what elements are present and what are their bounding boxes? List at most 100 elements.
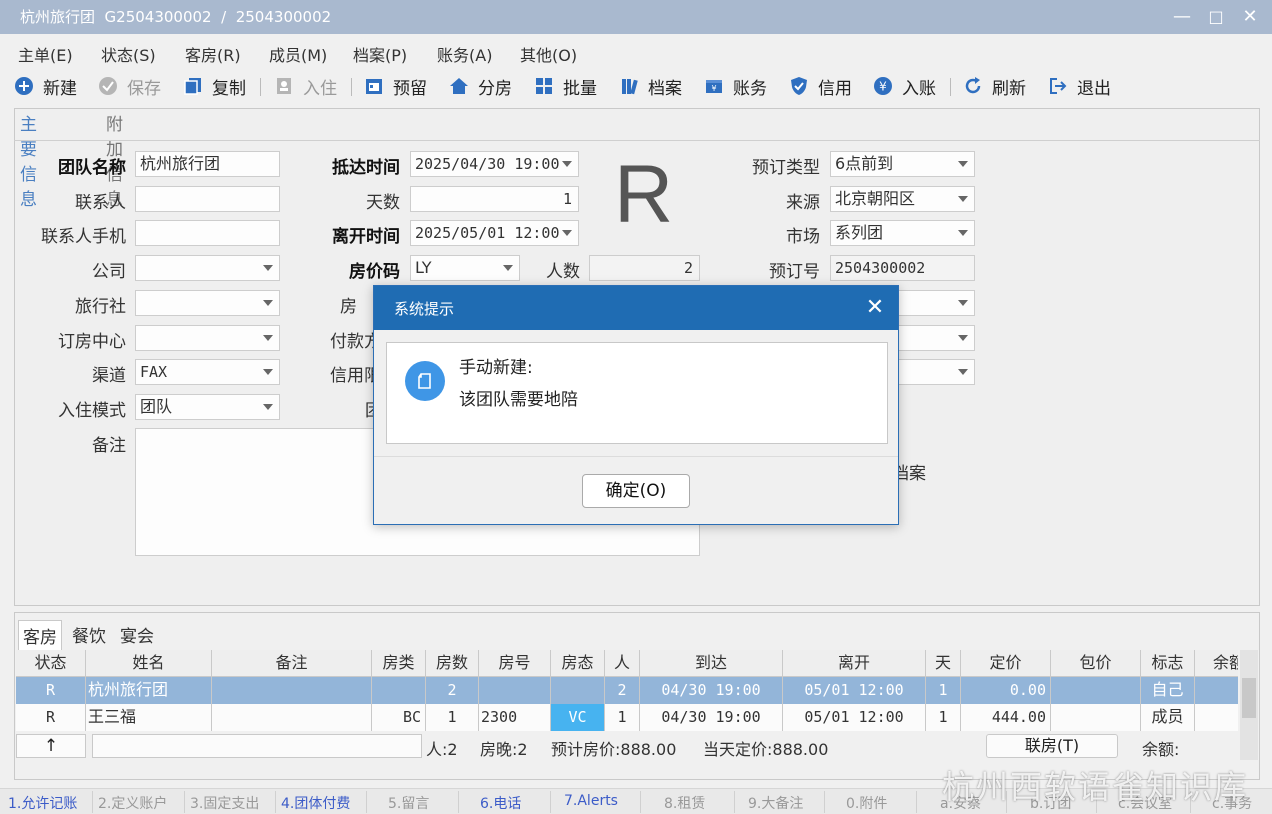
column-header[interactable]: 人: [605, 650, 640, 677]
channel-select[interactable]: FAX: [135, 359, 280, 385]
new-button[interactable]: 新建: [14, 73, 77, 99]
booking-type-label: 预订类型: [752, 158, 820, 178]
departure-datetime[interactable]: 2025/05/01 12:00: [410, 220, 579, 246]
chevron-down-icon: [952, 187, 974, 211]
link-room-button[interactable]: 联房(T): [986, 734, 1118, 758]
status-item-rent[interactable]: 8.租赁: [664, 793, 705, 813]
booking-center-select[interactable]: [135, 325, 280, 351]
status-item-phone[interactable]: 6.电话: [480, 793, 521, 813]
status-separator: [550, 791, 551, 813]
svg-text:¥: ¥: [879, 80, 887, 94]
watermark: 杭州西软语雀知识库: [942, 768, 1249, 806]
column-header[interactable]: 状态: [16, 650, 86, 677]
group-name-field[interactable]: 杭州旅行团: [135, 151, 280, 177]
svg-text:¥: ¥: [711, 84, 716, 93]
reserve-button[interactable]: 预留: [364, 73, 427, 99]
persons-field[interactable]: 2: [589, 255, 700, 281]
toolbar-separator: [351, 78, 352, 96]
menu-profile[interactable]: 档案(P): [353, 42, 407, 66]
credit-button[interactable]: 信用: [789, 73, 852, 99]
checkin-mode-select[interactable]: 团队: [135, 394, 280, 420]
chevron-down-icon: [257, 256, 279, 280]
scrollbar-thumb[interactable]: [1242, 678, 1256, 718]
status-item-define-account[interactable]: 2.定义账户: [98, 793, 167, 813]
status-separator: [275, 791, 276, 813]
contact-field[interactable]: [135, 186, 280, 212]
status-separator: [458, 791, 459, 813]
menu-members[interactable]: 成员(M): [269, 42, 327, 66]
column-header[interactable]: 房号: [479, 650, 551, 677]
dialog-close-button[interactable]: ✕: [862, 295, 888, 321]
maximize-button[interactable]: □: [1204, 5, 1228, 29]
save-button[interactable]: 保存: [98, 73, 161, 99]
menu-status[interactable]: 状态(S): [101, 42, 156, 66]
column-header[interactable]: 定价: [961, 650, 1051, 677]
status-item-group-pay[interactable]: 4.团体付费: [281, 793, 350, 813]
market-select[interactable]: 系列团: [830, 220, 975, 246]
status-item-big-remark[interactable]: 9.大备注: [748, 793, 803, 813]
status-item-message[interactable]: 5.留言: [388, 793, 429, 813]
menu-bar: 主单(E) 状态(S) 客房(R) 成员(M) 档案(P) 账务(A) 其他(O…: [0, 40, 1272, 66]
profile-button[interactable]: 档案: [619, 73, 682, 99]
minimize-button[interactable]: —: [1170, 5, 1194, 29]
booking-type-select[interactable]: 6点前到: [830, 151, 975, 177]
column-header[interactable]: 备注: [212, 650, 372, 677]
status-separator: [184, 791, 185, 813]
menu-rooms[interactable]: 客房(R): [185, 42, 241, 66]
chevron-down-icon: [952, 360, 974, 384]
column-header[interactable]: 天: [926, 650, 961, 677]
booking-no-field[interactable]: 2504300002: [830, 255, 975, 281]
column-header[interactable]: 离开: [783, 650, 926, 677]
table-row[interactable]: R 杭州旅行团 2 2 04/30 19:00 05/01 12:00 1 0.…: [16, 677, 1238, 704]
menu-other[interactable]: 其他(O): [520, 42, 577, 66]
status-item-fixed-expense[interactable]: 3.固定支出: [190, 793, 259, 813]
row-room-state: [551, 677, 605, 704]
tab-banquet[interactable]: 宴会: [116, 620, 158, 649]
company-select[interactable]: [135, 255, 280, 281]
row-balance: [1195, 677, 1238, 704]
refresh-button[interactable]: 刷新: [963, 73, 1026, 99]
assign-room-button[interactable]: 分房: [449, 73, 512, 99]
column-header[interactable]: 姓名: [86, 650, 212, 677]
exit-button[interactable]: 退出: [1048, 73, 1111, 99]
column-header[interactable]: 房数: [426, 650, 479, 677]
source-select[interactable]: 北京朝阳区: [830, 186, 975, 212]
row-persons: 2: [605, 677, 640, 704]
summary-row: ↑ 人:2 房晚:2 预计房价:888.00 当天定价:888.00 联房(T)…: [16, 734, 1238, 760]
column-header[interactable]: 包价: [1051, 650, 1141, 677]
batch-button[interactable]: 批量: [534, 73, 597, 99]
column-header[interactable]: 房态: [551, 650, 605, 677]
days-field[interactable]: 1: [410, 186, 579, 212]
account-button[interactable]: ¥ 账务: [704, 73, 767, 99]
tab-main-info[interactable]: 主要信息: [20, 110, 37, 210]
menu-account[interactable]: 账务(A): [437, 42, 492, 66]
grid-scrollbar[interactable]: [1240, 650, 1258, 760]
column-header[interactable]: 标志: [1141, 650, 1195, 677]
ok-button[interactable]: 确定(O): [582, 474, 690, 508]
status-item-attachment[interactable]: 0.附件: [846, 793, 887, 813]
move-up-button[interactable]: ↑: [16, 734, 86, 758]
status-item-alerts[interactable]: 7.Alerts: [564, 793, 618, 809]
close-window-button[interactable]: ✕: [1238, 5, 1262, 29]
rate-code-select[interactable]: LY: [410, 255, 520, 281]
status-item-allow-credit[interactable]: 1.允许记账: [8, 793, 77, 813]
menu-main[interactable]: 主单(E): [18, 42, 73, 66]
chevron-down-icon: [497, 256, 519, 280]
arrival-datetime[interactable]: 2025/04/30 19:00: [410, 151, 579, 177]
column-header[interactable]: 到达: [640, 650, 783, 677]
column-header[interactable]: 余额: [1195, 650, 1238, 677]
table-row[interactable]: R 王三福 BC 1 2300 VC 1 04/30 19:00 05/01 1…: [16, 704, 1238, 731]
contact-phone-field[interactable]: [135, 220, 280, 246]
summary-room-nights: 房晚:2: [480, 740, 528, 759]
reservation-status-letter: R: [614, 149, 674, 240]
copy-button[interactable]: 复制: [183, 73, 246, 99]
tab-rooms[interactable]: 客房: [18, 620, 62, 650]
post-button[interactable]: ¥ 入账: [873, 73, 936, 99]
chevron-down-icon: [952, 152, 974, 176]
column-header[interactable]: 房类: [372, 650, 426, 677]
checkin-button[interactable]: 入住: [274, 73, 337, 99]
rate-code-label: 房价码: [349, 262, 400, 282]
summary-input[interactable]: [92, 734, 422, 758]
tab-dining[interactable]: 餐饮: [68, 620, 110, 649]
agency-select[interactable]: [135, 290, 280, 316]
